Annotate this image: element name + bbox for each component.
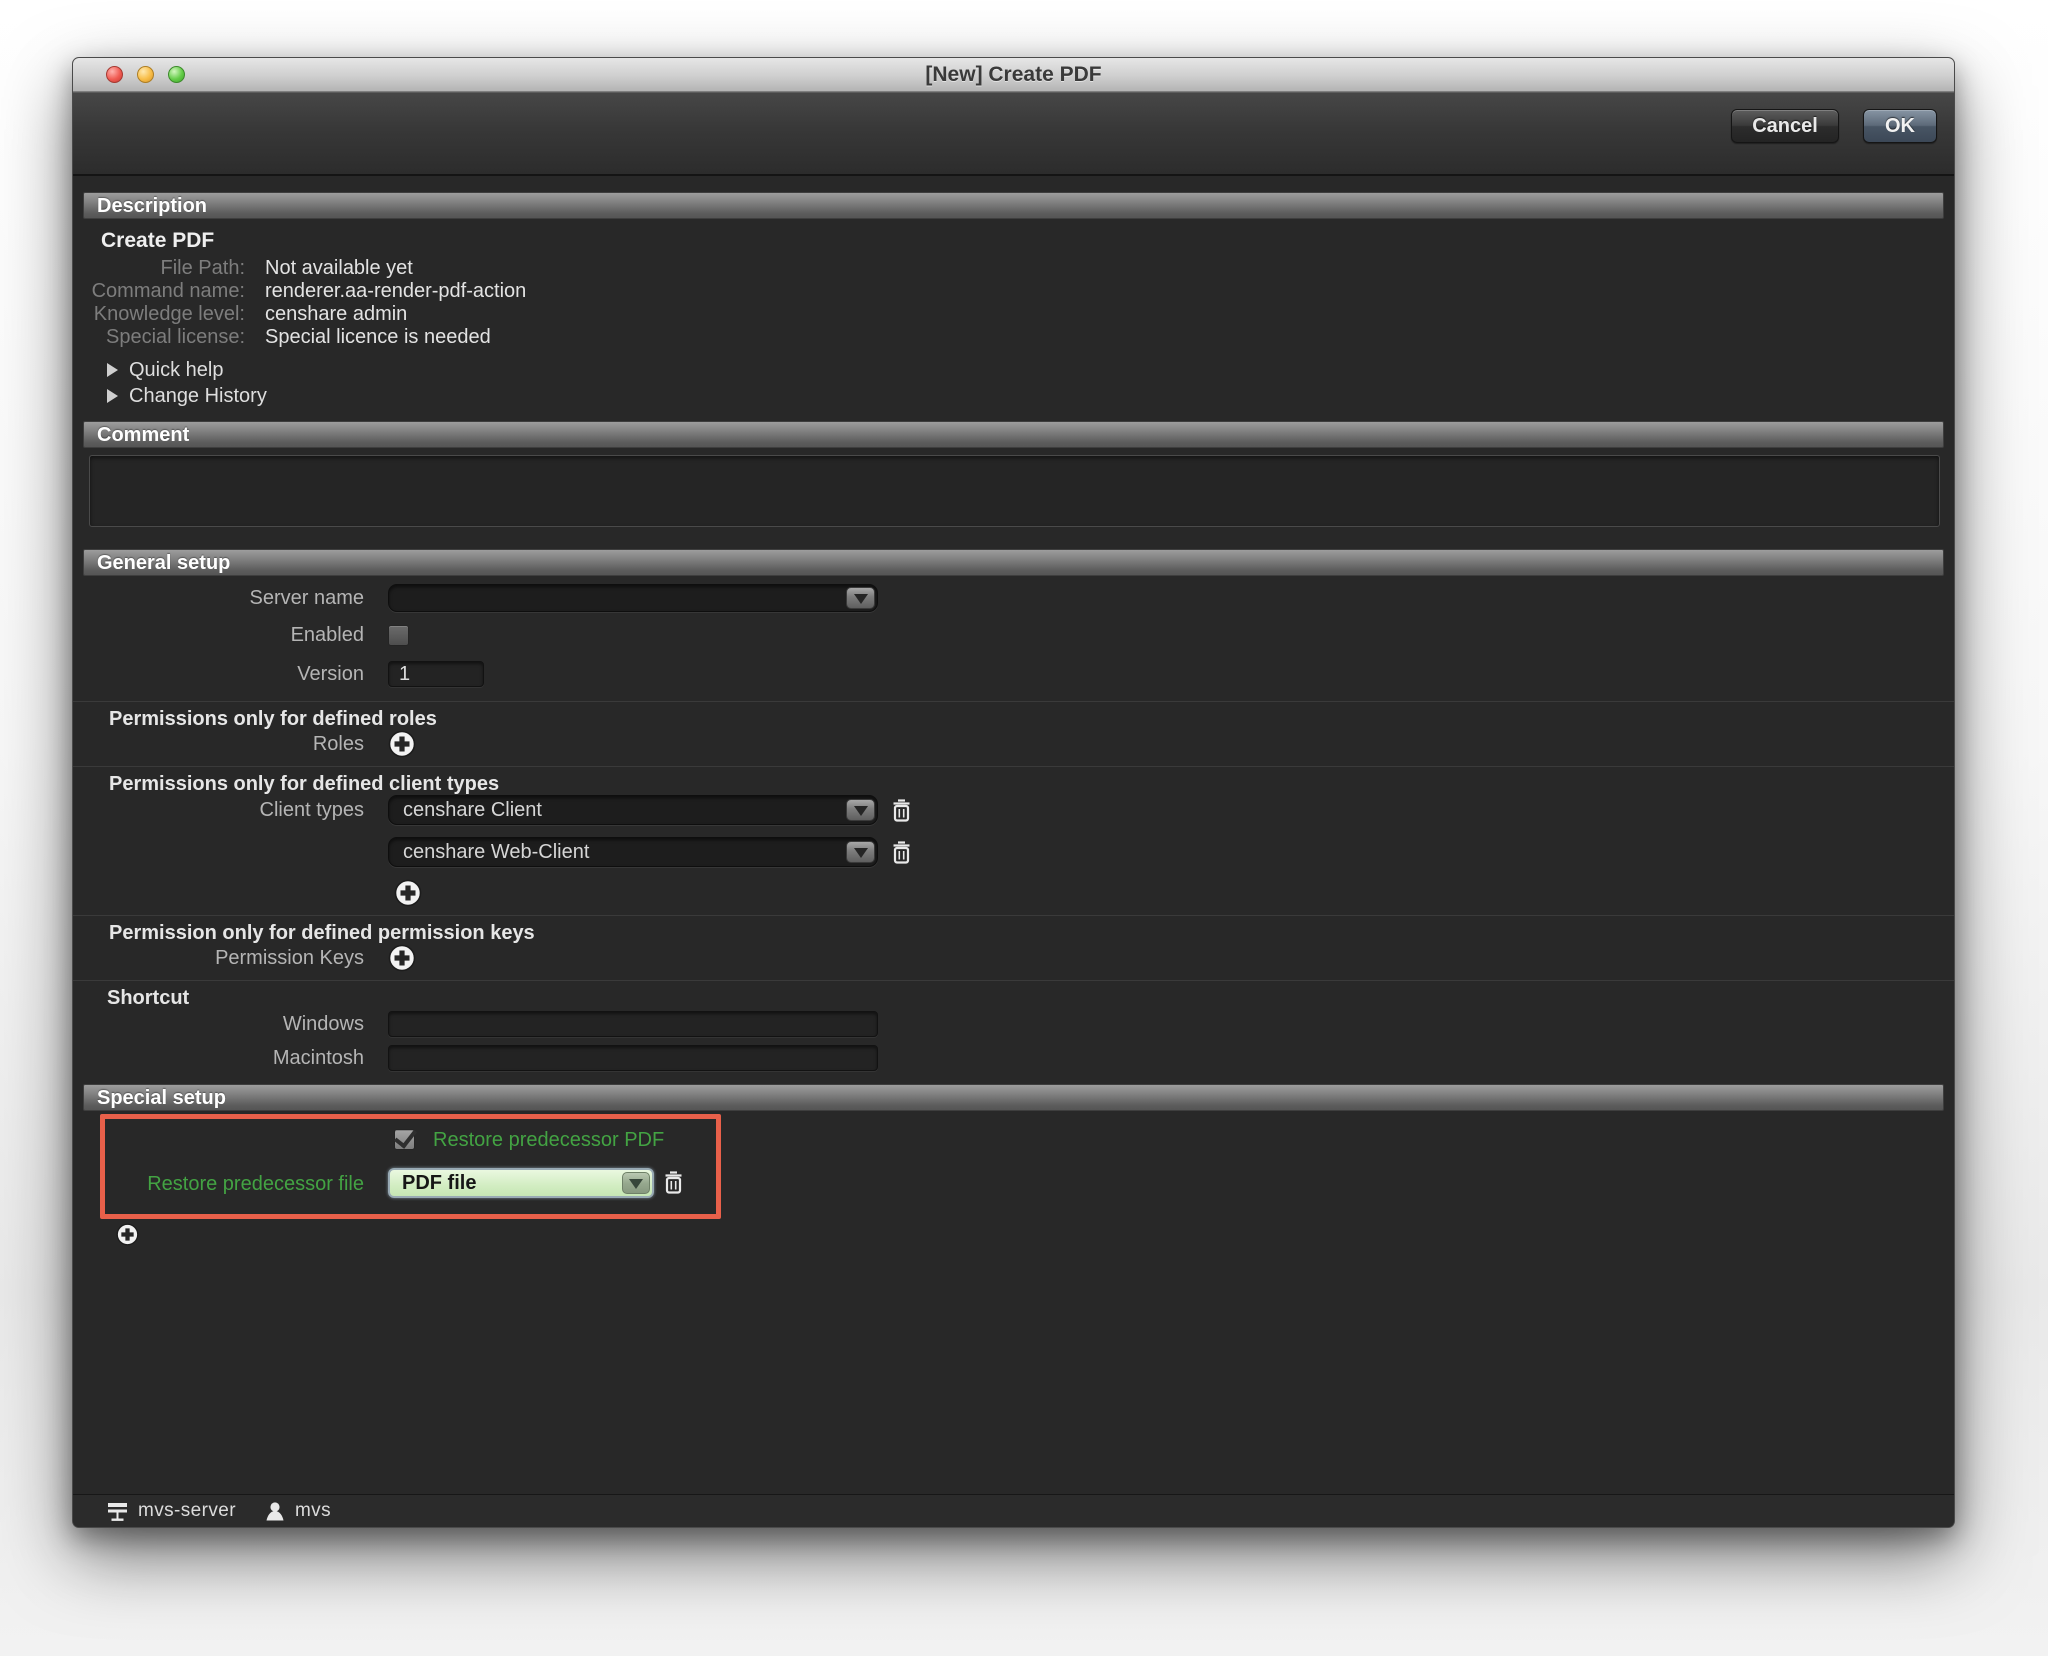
windows-shortcut-row: Windows [73,1011,1954,1037]
filepath-label: File Path: [73,257,265,280]
server-name-label: Server name [73,587,388,610]
description-row-filepath: File Path: Not available yet [73,257,1954,280]
enabled-checkbox[interactable] [388,625,409,646]
special-license-label: Special license: [73,326,265,349]
add-icon [116,1223,139,1246]
create-pdf-dialog: [New] Create PDF Cancel OK Description C… [72,57,1955,1528]
chevron-down-icon[interactable] [846,587,875,609]
server-name: mvs-server [138,1500,236,1522]
comment-input[interactable] [89,455,1940,527]
client-type-dropdown[interactable]: censhare Client [388,795,878,825]
cancel-button[interactable]: Cancel [1731,109,1839,143]
windows-shortcut-field[interactable] [388,1011,878,1037]
client-types-label: Client types [73,799,388,822]
restore-predecessor-file-label: Restore predecessor file [73,1173,364,1196]
restore-predecessor-file-value: PDF file [402,1172,476,1194]
client-type-dropdown[interactable]: censhare Web-Client [388,837,878,867]
client-type-row: Client types censhare Client [73,795,1954,825]
server-name-row: Server name [73,584,1954,612]
server-name-dropdown[interactable] [388,584,878,612]
section-header-description: Description [83,192,1944,219]
subheader-permission-keys: Permission only for defined permission k… [73,916,1954,940]
enabled-label: Enabled [73,624,388,647]
command-name-value: renderer.aa-render-pdf-action [265,280,526,303]
delete-client-type-button[interactable] [891,797,912,824]
chevron-down-icon[interactable] [622,1172,650,1194]
zoom-button[interactable] [168,66,185,83]
filepath-value: Not available yet [265,257,413,280]
chevron-down-icon[interactable] [846,841,875,863]
change-history-label: Change History [129,385,267,408]
subheader-shortcut: Shortcut [73,981,1954,1005]
permission-keys-label: Permission Keys [73,947,388,970]
minimize-button[interactable] [137,66,154,83]
description-row-license: Special license: Special licence is need… [73,326,1954,349]
macintosh-shortcut-row: Macintosh [73,1045,1954,1071]
restore-predecessor-pdf-label: Restore predecessor PDF [433,1129,664,1151]
permission-keys-row: Permission Keys [73,944,1954,972]
command-name-label: Command name: [73,280,265,303]
add-special-setup-button[interactable] [116,1223,139,1246]
macintosh-label: Macintosh [73,1047,388,1070]
enabled-row: Enabled [73,624,1954,647]
client-type-value: censhare Client [403,799,542,821]
delete-restore-file-button[interactable] [663,1169,684,1196]
description-row-command: Command name: renderer.aa-render-pdf-act… [73,280,1954,303]
titlebar[interactable]: [New] Create PDF [73,58,1954,92]
add-permission-key-button[interactable] [388,944,416,972]
subheader-roles: Permissions only for defined roles [73,702,1954,726]
ok-button[interactable]: OK [1863,109,1937,143]
subheader-client-types: Permissions only for defined client type… [73,767,1954,791]
delete-client-type-button[interactable] [891,839,912,866]
trash-icon [891,797,912,824]
section-header-special-setup: Special setup [83,1084,1944,1111]
roles-row: Roles [73,730,1954,758]
version-label: Version [73,663,388,686]
knowledge-level-label: Knowledge level: [73,303,265,326]
client-type-value: censhare Web-Client [403,841,589,863]
traffic-lights [106,66,185,83]
change-history-disclosure[interactable]: Change History [73,383,1954,409]
section-header-comment: Comment [83,421,1944,448]
version-row: Version [73,661,1954,687]
server-status: mvs-server [106,1500,236,1523]
add-client-type-button[interactable] [394,879,422,907]
macintosh-shortcut-field[interactable] [388,1045,878,1071]
trash-icon [663,1169,684,1196]
chevron-down-icon[interactable] [846,799,875,821]
add-icon [388,944,416,972]
client-type-row: censhare Web-Client [73,837,1954,867]
dialog-content: Description Create PDF File Path: Not av… [73,176,1954,1494]
section-header-general-setup: General setup [83,549,1944,576]
add-icon [388,730,416,758]
special-setup-body: Restore predecessor PDF Restore predeces… [73,1112,1954,1264]
roles-label: Roles [73,733,388,756]
disclosure-triangle-icon [107,363,118,377]
disclosure-triangle-icon [107,389,118,403]
command-title: Create PDF [101,229,1954,253]
quick-help-disclosure[interactable]: Quick help [73,357,1954,383]
quick-help-label: Quick help [129,359,224,382]
trash-icon [891,839,912,866]
windows-label: Windows [73,1013,388,1036]
restore-predecessor-pdf-checkbox[interactable] [394,1129,415,1150]
toolbar: Cancel OK [73,92,1954,176]
server-icon [106,1500,129,1523]
close-button[interactable] [106,66,123,83]
version-field[interactable] [388,661,484,687]
special-license-value: Special licence is needed [265,326,491,349]
status-bar: mvs-server mvs [73,1494,1954,1527]
user-name: mvs [295,1500,331,1522]
add-role-button[interactable] [388,730,416,758]
desktop-background: [New] Create PDF Cancel OK Description C… [0,0,2048,1656]
user-status: mvs [264,1500,331,1523]
window-title: [New] Create PDF [73,58,1954,91]
user-icon [264,1500,286,1523]
add-client-type-row [73,879,1954,907]
add-icon [394,879,422,907]
knowledge-level-value: censhare admin [265,303,407,326]
description-row-knowledge: Knowledge level: censhare admin [73,303,1954,326]
restore-predecessor-file-dropdown[interactable]: PDF file [388,1168,654,1198]
